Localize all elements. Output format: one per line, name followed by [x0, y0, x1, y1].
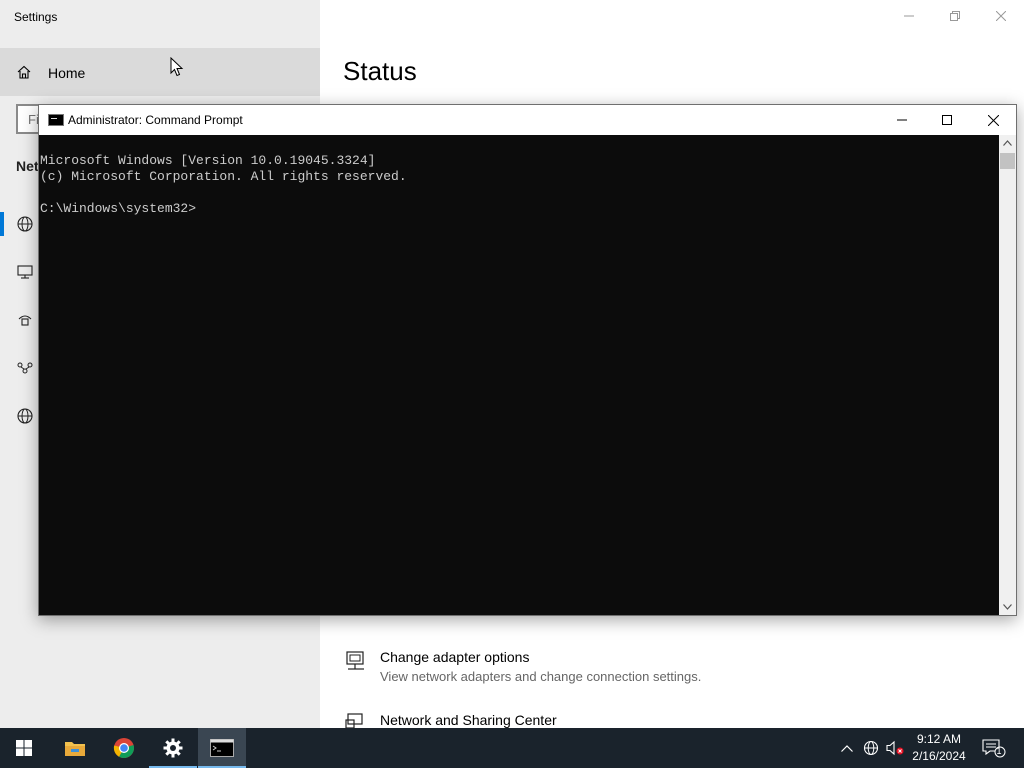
- globe-status-icon[interactable]: [16, 215, 34, 233]
- command-prompt-window[interactable]: Administrator: Command Prompt Microsoft …: [38, 104, 1017, 616]
- console-line: Microsoft Windows [Version 10.0.19045.33…: [40, 153, 376, 168]
- taskbar-chrome[interactable]: [100, 728, 148, 768]
- proxy-globe-icon[interactable]: [16, 407, 34, 425]
- vpn-icon[interactable]: [16, 359, 34, 377]
- sidebar-item-home[interactable]: Home: [0, 48, 320, 96]
- page-title: Status: [343, 56, 417, 86]
- cmd-console-output[interactable]: Microsoft Windows [Version 10.0.19045.33…: [39, 135, 999, 615]
- taskbar-settings[interactable]: [149, 728, 197, 768]
- chevron-up-icon: [841, 744, 853, 752]
- cmd-app-icon[interactable]: [48, 114, 64, 126]
- chevron-down-icon: [1003, 604, 1012, 610]
- sidebar-selection-indicator: [0, 212, 4, 236]
- taskbar-clock[interactable]: 9:12 AM 2/16/2024: [904, 731, 974, 765]
- volume-tray-button[interactable]: [884, 728, 906, 768]
- command-prompt-icon: [210, 739, 234, 757]
- taskbar-file-explorer[interactable]: [51, 728, 99, 768]
- scroll-up-arrow[interactable]: [999, 135, 1016, 151]
- chevron-up-icon: [1003, 140, 1012, 146]
- sharing-center-icon: [345, 713, 363, 728]
- dial-up-icon[interactable]: [16, 311, 34, 329]
- cmd-minimize-button[interactable]: [879, 105, 925, 135]
- settings-window-title: Settings: [14, 10, 58, 24]
- close-icon: [996, 11, 1006, 21]
- minimize-icon: [904, 15, 914, 17]
- taskbar: 9:12 AM 2/16/2024 1: [0, 728, 1024, 768]
- taskbar-command-prompt[interactable]: [198, 728, 246, 768]
- close-icon: [987, 114, 999, 126]
- scroll-thumb[interactable]: [1000, 153, 1015, 169]
- settings-minimize-button[interactable]: [886, 4, 932, 28]
- sidebar-item-home-label: Home: [48, 65, 86, 81]
- cmd-close-button[interactable]: [970, 105, 1016, 135]
- network-sharing-center-link[interactable]: Network and Sharing Center: [344, 712, 1004, 728]
- maximize-icon: [942, 115, 952, 125]
- notification-count-badge: 1: [996, 746, 1002, 756]
- folder-icon: [65, 742, 85, 756]
- network-tray-button[interactable]: [860, 728, 882, 768]
- cmd-title-bar[interactable]: Administrator: Command Prompt: [39, 105, 1016, 135]
- cmd-vertical-scrollbar[interactable]: [999, 135, 1016, 615]
- network-globe-icon: [863, 740, 879, 756]
- cmd-maximize-button[interactable]: [924, 105, 970, 135]
- windows-logo-icon: [16, 740, 32, 756]
- adapter-icon: [346, 651, 364, 670]
- ethernet-icon[interactable]: [16, 263, 34, 281]
- restore-icon: [950, 11, 960, 21]
- home-icon: [17, 65, 31, 79]
- chrome-icon: [113, 738, 134, 759]
- console-line: (c) Microsoft Corporation. All rights re…: [40, 169, 407, 184]
- console-prompt-line: C:\Windows\system32>: [40, 201, 197, 216]
- clock-date: 2/16/2024: [912, 749, 966, 763]
- cmd-window-title: Administrator: Command Prompt: [68, 113, 243, 127]
- start-button[interactable]: [0, 728, 48, 768]
- settings-restore-button[interactable]: [932, 4, 978, 28]
- scroll-down-arrow[interactable]: [999, 599, 1016, 615]
- clock-time: 9:12 AM: [916, 732, 962, 746]
- change-adapter-options-subtitle: View network adapters and change connect…: [380, 669, 702, 684]
- volume-muted-icon: [886, 740, 904, 756]
- change-adapter-options-link[interactable]: Change adapter options View network adap…: [344, 649, 1004, 699]
- change-adapter-options-title: Change adapter options: [380, 649, 530, 665]
- settings-close-button[interactable]: [978, 4, 1024, 28]
- network-sharing-center-title: Network and Sharing Center: [380, 712, 557, 728]
- minimize-icon: [897, 119, 907, 121]
- action-center-button[interactable]: 1: [978, 728, 1010, 768]
- mouse-cursor-icon: [170, 57, 184, 77]
- show-hidden-icons-button[interactable]: [836, 728, 858, 768]
- console-line: ​: [40, 185, 998, 201]
- gear-icon: [163, 738, 183, 758]
